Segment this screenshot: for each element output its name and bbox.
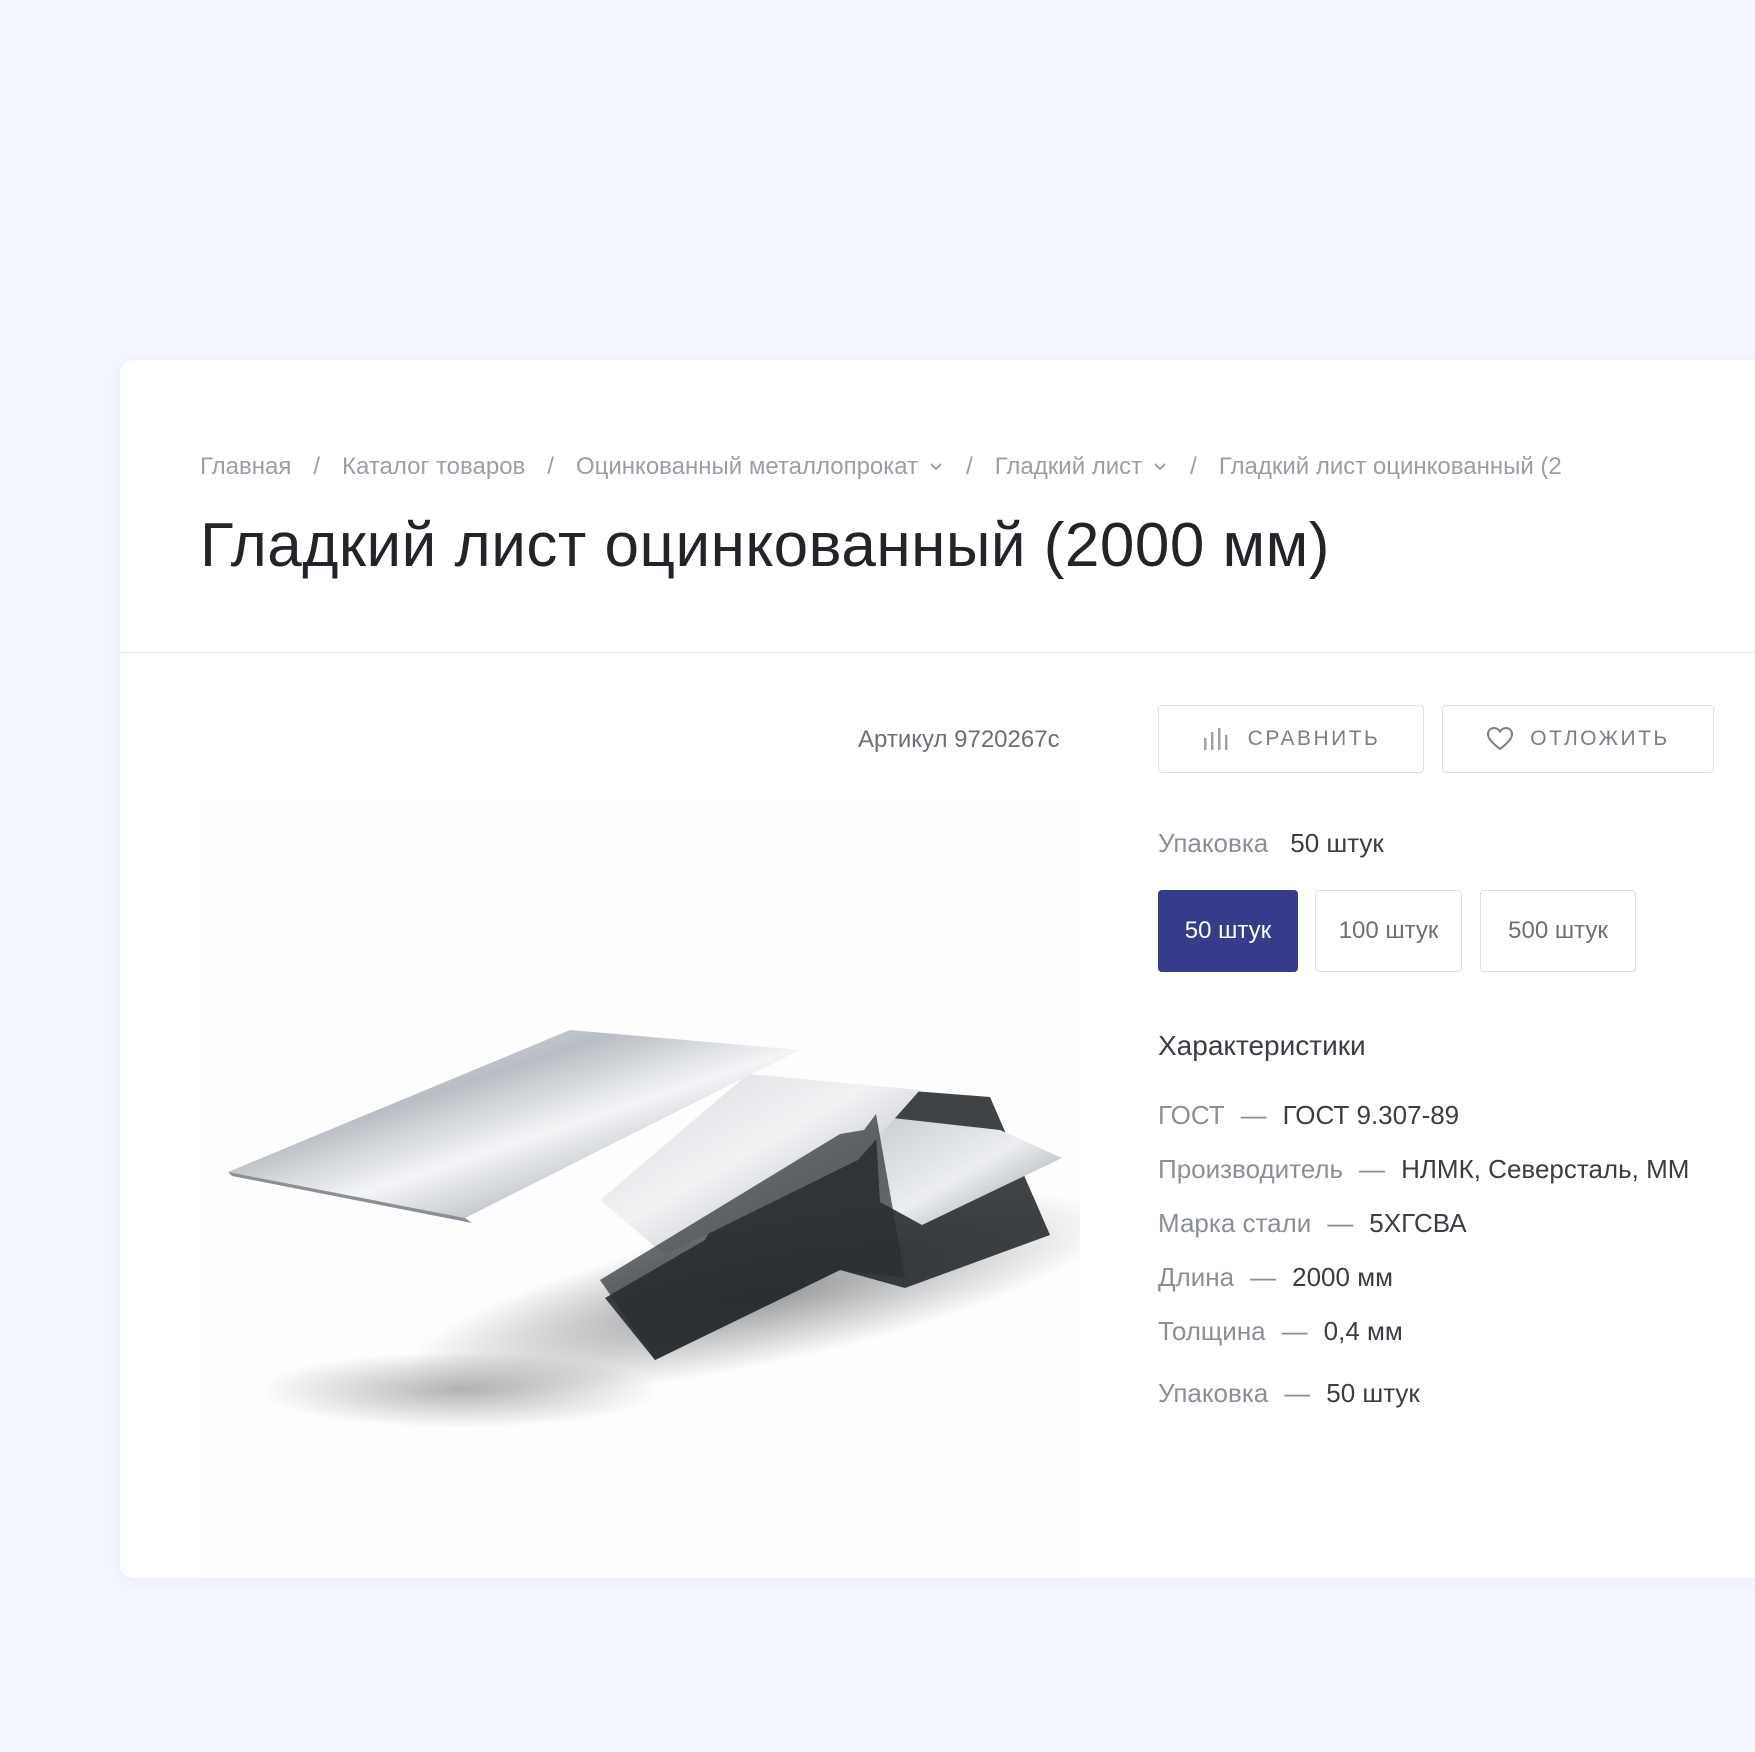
spec-dash: — [1281,1316,1308,1346]
spec-value: 5ХГСВА [1369,1208,1467,1238]
spec-row-gost: ГОСТ — ГОСТ 9.307-89 [1158,1100,1459,1131]
breadcrumb-item-home[interactable]: Главная [200,453,291,481]
breadcrumb-separator: / [966,453,973,480]
spec-value: 50 штук [1326,1378,1420,1408]
spec-label: Марка стали [1158,1208,1312,1238]
spec-label: ГОСТ [1158,1100,1225,1130]
packaging-selected-value: 50 штук [1290,828,1384,858]
pack-option-100[interactable]: 100 штук [1315,890,1462,972]
pack-option-500[interactable]: 500 штук [1480,890,1636,972]
product-card: Главная / Каталог товаров / Оцинкованный… [120,360,1755,1578]
breadcrumb-item-catalog[interactable]: Каталог товаров [342,453,525,481]
compare-button[interactable]: Сравнить [1158,705,1424,773]
header-divider [120,652,1755,653]
spec-label: Производитель [1158,1154,1344,1184]
chevron-down-icon[interactable] [928,461,944,473]
spec-dash: — [1240,1100,1267,1130]
breadcrumb-label: Гладкий лист оцинкованный (2 [1218,453,1562,480]
specs-title: Характеристики [1158,1030,1366,1061]
breadcrumb-separator: / [313,453,321,480]
breadcrumb-label: Гладкий лист [994,453,1143,480]
spec-label: Длина [1158,1262,1235,1292]
spec-dash: — [1250,1262,1277,1292]
spec-value: ГОСТ 9.307-89 [1282,1100,1460,1130]
spec-row-length: Длина — 2000 мм [1158,1262,1393,1293]
spec-label: Упаковка [1158,1378,1269,1408]
chevron-down-icon[interactable] [1152,461,1168,473]
spec-row-thickness: Толщина — 0,4 мм [1158,1316,1403,1347]
breadcrumb-label: Оцинкованный металлопрокат [575,453,919,480]
breadcrumb-item-smooth-sheet[interactable]: Гладкий лист [995,453,1168,481]
breadcrumb-separator: / [1190,453,1197,480]
pack-option-50[interactable]: 50 штук [1158,890,1298,972]
spec-dash: — [1327,1208,1354,1238]
spec-value: НЛМК, Северсталь, ММ [1401,1154,1690,1184]
favorite-label: Отложить [1530,727,1670,750]
bar-chart-icon [1203,728,1228,750]
spec-value: 0,4 мм [1323,1316,1403,1346]
compare-label: Сравнить [1247,727,1381,750]
spec-value: 2000 мм [1292,1262,1393,1292]
product-sku: Артикул 9720267с [858,726,1060,753]
page-title: Гладкий лист оцинкованный (2000 мм) [200,511,1330,580]
breadcrumb-item-galvanized[interactable]: Оцинкованный металлопрокат [576,453,944,481]
packaging-label: Упаковка [1158,828,1269,858]
spec-dash: — [1359,1154,1386,1184]
breadcrumb-label: Каталог товаров [342,453,526,480]
spec-row-steel-grade: Марка стали — 5ХГСВА [1158,1208,1467,1239]
spec-row-packaging: Упаковка — 50 штук [1158,1378,1420,1409]
product-image[interactable] [200,800,1080,1578]
spec-label: Толщина [1158,1316,1266,1346]
breadcrumb: Главная / Каталог товаров / Оцинкованный… [200,453,1562,481]
heart-icon [1487,726,1514,751]
favorite-button[interactable]: Отложить [1442,705,1714,773]
spec-row-manufacturer: Производитель — НЛМК, Северсталь, ММ [1158,1154,1689,1185]
breadcrumb-separator: / [547,453,554,480]
breadcrumb-item-current: Гладкий лист оцинкованный (2 [1219,453,1562,481]
breadcrumb-label: Главная [200,453,292,480]
spec-dash: — [1284,1378,1311,1408]
packaging-summary: Упаковка 50 штук [1158,828,1384,859]
